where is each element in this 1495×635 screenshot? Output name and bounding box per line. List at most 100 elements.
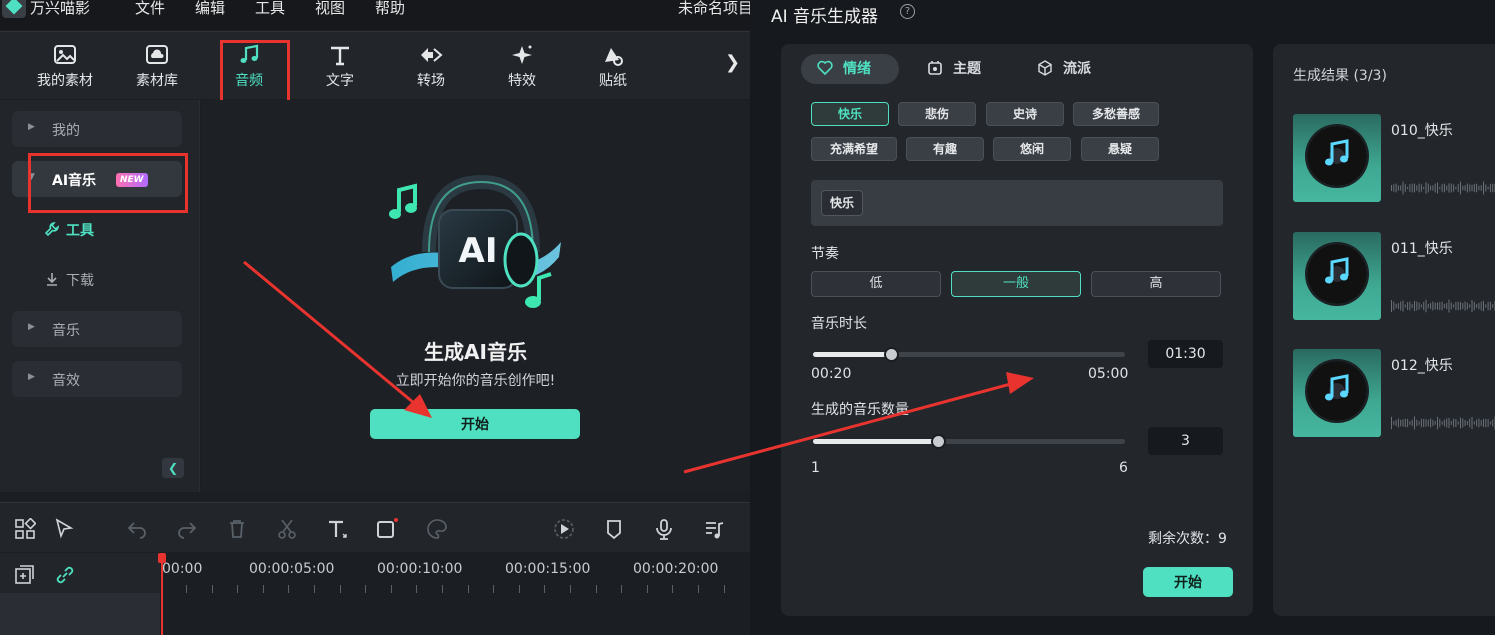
waveform-bar — [1483, 418, 1484, 428]
link-icon[interactable] — [54, 564, 76, 586]
slider-handle[interactable] — [884, 347, 899, 362]
menu-file[interactable]: 文件 — [135, 0, 165, 18]
select-cursor-icon[interactable] — [54, 518, 76, 540]
redo-icon[interactable] — [176, 518, 198, 540]
waveform-bar — [1400, 301, 1402, 311]
hero-subtitle: 立即开始你的音乐创作吧! — [395, 373, 556, 389]
playhead[interactable] — [158, 553, 166, 635]
menu-view[interactable]: 视图 — [315, 0, 345, 18]
waveform-bar — [1462, 418, 1464, 428]
audio-list-icon[interactable] — [703, 518, 725, 540]
tab-text[interactable]: 文字 — [305, 44, 375, 90]
mood-chip-hopeful[interactable]: 充满希望 — [811, 137, 897, 161]
tab-label: 贴纸 — [599, 73, 627, 89]
menu-tools[interactable]: 工具 — [255, 0, 285, 18]
tab-genre[interactable]: 流派 — [1037, 54, 1091, 84]
waveform-bar — [1443, 303, 1445, 309]
marker-icon[interactable] — [603, 518, 625, 540]
sidebar-subitem-tools[interactable]: 工具 — [44, 220, 94, 240]
waveform-bar — [1416, 185, 1418, 191]
sidebar-item-music[interactable]: ▶ 音乐 — [12, 311, 182, 347]
mood-chip-suspense[interactable]: 悬疑 — [1081, 137, 1159, 161]
sparkle-icon — [512, 45, 532, 64]
mood-chip-happy[interactable]: 快乐 — [811, 102, 889, 126]
waveform-bar — [1462, 302, 1464, 310]
delete-icon[interactable] — [226, 518, 248, 540]
waveform-bar — [1476, 304, 1478, 308]
waveform-bar — [1485, 304, 1487, 308]
sidebar-item-sfx[interactable]: ▶ 音效 — [12, 361, 182, 397]
play-render-icon[interactable] — [553, 518, 575, 540]
tempo-option-normal[interactable]: 一般 — [951, 271, 1081, 297]
mood-chip-sentimental[interactable]: 多愁善感 — [1073, 102, 1159, 126]
scissors-icon[interactable] — [276, 518, 298, 540]
duration-value[interactable]: 01:30 — [1148, 340, 1223, 368]
result-item[interactable]: 012_快乐 — [1293, 349, 1495, 439]
timeline-ruler[interactable]: 00:00 00:00:05:00 00:00:10:00 00:00:15:0… — [0, 553, 750, 635]
waveform-bar — [1418, 302, 1420, 310]
waveform-bar — [1432, 419, 1434, 427]
menu-help[interactable]: 帮助 — [375, 0, 405, 18]
duration-slider[interactable] — [813, 347, 1125, 362]
text-tool-icon[interactable] — [326, 518, 348, 540]
transition-icon — [421, 48, 443, 62]
mood-chip-fun[interactable]: 有趣 — [906, 137, 984, 161]
result-item[interactable]: 010_快乐 — [1293, 114, 1495, 204]
timecode-label: 00:00:20:00 — [633, 561, 719, 577]
mood-chip-relaxed[interactable]: 悠闲 — [993, 137, 1071, 161]
mood-chip-sad[interactable]: 悲伤 — [898, 102, 976, 126]
waveform-bar — [1400, 185, 1402, 191]
selected-tag-chip[interactable]: 快乐 — [821, 190, 864, 216]
track-thumbnail — [1293, 114, 1381, 202]
waveform-bar — [1423, 301, 1425, 311]
tab-theme[interactable]: 主题 — [927, 54, 981, 84]
tab-transitions[interactable]: 转场 — [396, 44, 466, 90]
slider-fill — [813, 439, 938, 444]
waveform-bar — [1492, 419, 1494, 427]
sticker-icon — [605, 48, 623, 66]
caret-right-icon: ▶ — [28, 322, 35, 332]
sidebar-subitem-download[interactable]: 下载 — [44, 270, 94, 290]
crop-box-icon[interactable] — [376, 518, 398, 540]
tab-stickers[interactable]: 贴纸 — [578, 44, 648, 90]
help-icon[interactable]: ? — [900, 4, 915, 19]
slider-handle[interactable] — [930, 434, 946, 449]
waveform-bar — [1407, 418, 1409, 428]
waveform-bar — [1460, 302, 1461, 310]
ruler-tick — [211, 585, 213, 593]
tab-effects[interactable]: 特效 — [487, 44, 557, 90]
result-item[interactable]: 011_快乐 — [1293, 232, 1495, 322]
waveform-bar — [1423, 418, 1425, 428]
highlight-box-ai-music — [28, 153, 188, 213]
tab-my-media[interactable]: 我的素材 — [30, 44, 100, 90]
waveform-bar — [1432, 185, 1434, 191]
tempo-option-high[interactable]: 高 — [1091, 271, 1221, 297]
ruler-tick — [698, 585, 699, 593]
palette-icon[interactable] — [426, 518, 448, 540]
tab-mood[interactable]: 情绪 — [801, 54, 899, 84]
count-slider[interactable] — [813, 434, 1125, 449]
mood-chip-epic[interactable]: 史诗 — [986, 102, 1064, 126]
menu-edit[interactable]: 编辑 — [195, 0, 225, 18]
microphone-icon[interactable] — [653, 518, 675, 540]
waveform-bar — [1404, 304, 1406, 308]
add-track-icon[interactable] — [14, 564, 36, 586]
count-value[interactable]: 3 — [1148, 427, 1223, 455]
results-title: 生成结果 (3/3) — [1293, 68, 1387, 84]
grid-layout-icon[interactable] — [14, 518, 36, 540]
chevron-right-icon[interactable]: ❯ — [725, 52, 740, 73]
tempo-option-low[interactable]: 低 — [811, 271, 941, 297]
tab-stock-library[interactable]: 素材库 — [122, 44, 192, 90]
selected-tags-box[interactable]: 快乐 — [811, 180, 1223, 226]
app-root: 万兴喵影 文件 编辑 工具 视图 帮助 未命名项目 我的素材 素材库 音频 文字… — [0, 0, 1495, 635]
start-generate-button[interactable]: 开始 — [1143, 567, 1233, 597]
wrench-icon — [44, 222, 59, 237]
waveform-bar — [1485, 184, 1487, 192]
waveform-bar — [1489, 421, 1491, 425]
waveform-bar — [1397, 185, 1399, 191]
sidebar-item-mine[interactable]: ▶ 我的 — [12, 111, 182, 147]
generate-start-button[interactable]: 开始 — [370, 409, 580, 439]
collapse-sidebar-button[interactable]: ❮ — [162, 458, 184, 478]
waveform-bar — [1437, 416, 1438, 430]
undo-icon[interactable] — [126, 518, 148, 540]
